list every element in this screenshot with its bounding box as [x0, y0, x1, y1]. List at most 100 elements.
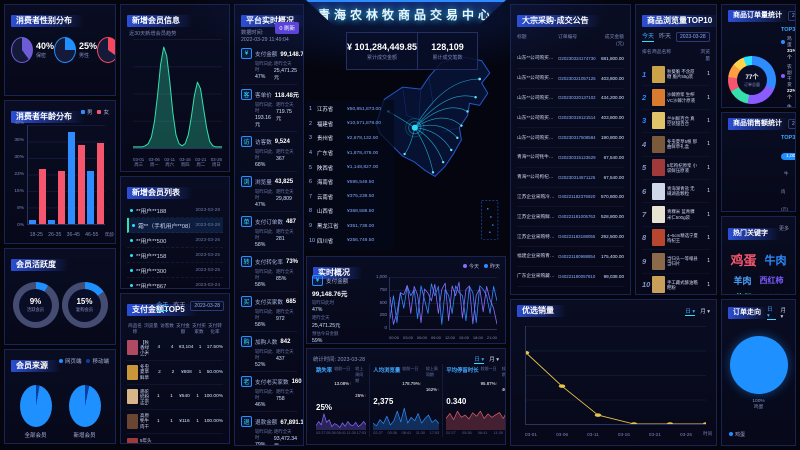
period-toggle[interactable]: 日 ▾	[474, 355, 484, 364]
date-chip[interactable]: 2023-03-28	[676, 32, 710, 42]
tab[interactable]: 昨天	[173, 300, 185, 311]
delta-week: 较上周同期25%↑	[355, 366, 366, 402]
sub-value: 46%	[255, 402, 276, 408]
table-row[interactable]: 广东企业采购藏红花成交公告(广东企业采购… O40221180057810 99…	[517, 267, 624, 287]
order-donut-chart: 77个 订单总量	[728, 56, 776, 104]
date-chip[interactable]: 2023-03	[788, 119, 796, 129]
visitors-cell: 4	[166, 345, 179, 350]
keyword[interactable]: 西红柿	[760, 275, 784, 286]
tab[interactable]: 昨天	[659, 31, 671, 42]
activity-label: 复购会员	[76, 307, 93, 313]
stat-value: 9,524	[275, 139, 290, 145]
table-row[interactable]: 4 冬虫夏草5根 那曲鲜草礼盒 1	[642, 133, 710, 156]
axis-tick: 15:00	[459, 335, 469, 340]
tab[interactable]: 今天	[642, 31, 654, 42]
column-header: 订单编号	[558, 33, 598, 47]
deal-amount: 292,500.00	[598, 234, 624, 239]
table-row[interactable]: 福建企业采购青稞米成交公告(福建企业采购… O40221180988854 17…	[517, 247, 624, 267]
axis-tick: 03-11周六	[164, 157, 175, 168]
table-row[interactable]: 山东**公司购买青稞的集采公告(与山东**公… O20230317508584 …	[517, 128, 624, 148]
keyword[interactable]: 牦牛肉	[760, 293, 781, 296]
table-row[interactable]: 高原牦牛肉干手撕 风干牦牛肉 1 1 ¥116 1 100.00%	[127, 410, 223, 435]
table-row[interactable]: 【秋香绿小米辣】盒片装 盒装 4 4 ¥3,104 1 17.50%	[127, 336, 223, 361]
table-row[interactable]: 江苏企业采购特级枸杞成交公告(江苏企业采… O40221183188055 29…	[517, 227, 624, 247]
platform-stat-item: 访 访客数 9,524 较昨日此时68% 距昨全天367	[241, 132, 297, 172]
sales-value: 1,008	[781, 153, 796, 160]
axis-tick: 02:27	[446, 431, 456, 435]
legend-item[interactable]: 今天	[463, 263, 479, 270]
views-cell: 1	[152, 419, 165, 424]
period-toggle[interactable]: 月 ▾	[489, 355, 499, 363]
list-item[interactable]: **用户**300 2023-03-25	[127, 263, 223, 278]
list-item[interactable]: **用户**158 2023-03-25	[127, 248, 223, 263]
card-value: 0.340	[446, 397, 506, 406]
sub-value: 25,471.25元	[312, 322, 368, 329]
table-row[interactable]: 2 沙棘原浆 生榨VC沙棘汁原液 1	[642, 86, 710, 109]
axis-tick: 0	[369, 325, 387, 330]
product-thumbnail	[127, 438, 138, 444]
more-link[interactable]: 更多	[779, 225, 789, 232]
table-row[interactable]: 江苏企业采购鲜牛肉成交公告(江苏企业采购… O40221181005763 52…	[517, 207, 624, 227]
table-row[interactable]: 9 当归头一等岷县当归片 1	[642, 250, 710, 273]
spark-x-axis: 02:2705:3608:4111:3017:53	[446, 431, 506, 435]
table-row[interactable]: 青海**公司牦牛肉集采成交公告(与青**公司… O20230315123529 …	[517, 148, 624, 168]
deal-amount: 403,800.00	[598, 76, 624, 81]
date-chip[interactable]: 2023-03-28	[190, 301, 224, 311]
table-row[interactable]: 7 青稞米 蓝青稞米仁500g袋 1	[642, 203, 710, 226]
table-row[interactable]: 6 青海湖青盐 无碘湖盐颗粒 1	[642, 180, 710, 203]
table-row[interactable]: 冬虫夏草鲜草特级 那曲高原鲜虫草 2 2 ¥808 1 50.00%	[127, 361, 223, 386]
list-item[interactable]: 霜**（手机用户**08） 2023-03-28	[127, 218, 223, 233]
panel-title: 会员活跃度	[11, 259, 68, 271]
period-toggle[interactable]: 月 ▾	[781, 306, 790, 320]
period-toggle[interactable]: 月 ▾	[700, 307, 710, 315]
purchase-table: 山东**公司购买玉米的集采公告(与山东**公… O20230324174730 …	[517, 49, 624, 287]
legend-item: 鸡蛋 31%24个	[781, 36, 789, 61]
column-header: 浏览量	[143, 323, 159, 335]
age-y-axis: 45%38%30%23%15%8%0%	[6, 121, 24, 228]
bullet-icon	[130, 284, 133, 287]
rank-number: 6	[642, 187, 652, 196]
list-item[interactable]: **用户**500 2023-03-26	[127, 233, 223, 248]
keyword[interactable]: 羊肉	[733, 274, 751, 287]
table-row[interactable]: 8 4~5cm精选宁夏枸杞王 1	[642, 227, 710, 250]
legend-item: 鸡蛋	[729, 431, 745, 438]
table-row[interactable]: 山东**公司购买玉米的集采公告(与山东**公… O20230324174730 …	[517, 49, 624, 69]
tab[interactable]: 今天	[156, 300, 168, 311]
legend-swatch	[97, 110, 101, 114]
table-row[interactable]: 5年头茬枸杞原浆 干枸杞中宁枸杞 4 4 ¥376 1 25.00%	[127, 434, 223, 444]
table-row[interactable]: 1 秋葵脆 不含蔗糖 脆片55g装 1	[642, 63, 710, 86]
period-toggle[interactable]: 日 ▾	[685, 307, 695, 316]
keyword[interactable]: 牛肉	[765, 252, 787, 268]
sub-value: 972	[276, 316, 297, 322]
keyword[interactable]: 枸杞	[736, 292, 752, 295]
panel-title: 订单走向	[728, 307, 767, 319]
table-row[interactable]: 山东**公司购买豆粕的集采公告(与山东**公… O20230321057125 …	[517, 69, 624, 89]
table-row[interactable]: 山东**公司购买菜籽油的集采公告(与山东**… O20230319121514 …	[517, 108, 624, 128]
refresh-button[interactable]: 0 刷新	[275, 22, 299, 34]
legend-item: 女	[97, 108, 109, 116]
order-number: O40221182376920	[558, 194, 598, 199]
list-item[interactable]: **用户**188 2023-03-28	[127, 203, 223, 218]
bullet-icon	[130, 209, 133, 212]
period-toggle[interactable]: 日 ▾	[767, 305, 776, 320]
table-header: 商品名称浏览量访客数支付金额支付买家数支付转化率	[127, 323, 223, 335]
axis-tick: 05:36	[462, 431, 472, 435]
keyword[interactable]: 鸡蛋	[730, 250, 756, 269]
pie-label: 100%鸡蛋	[728, 399, 789, 411]
daily-card: 人均浏览量 较前一日178.79%↑ 较上周同期162%↑ 2,375 02:2…	[369, 364, 442, 437]
table-row[interactable]: 3 兰州鲜百合 真空装甜百合 1	[642, 110, 710, 133]
sub-label: 较昨日此时	[312, 300, 368, 306]
table-row[interactable]: 5 5年枸杞原浆 小袋鲜压原液 1	[642, 157, 710, 180]
table-row[interactable]: 江苏企业采购冷鲜羊肉成交公告(江苏企业采… O40221182376920 57…	[517, 188, 624, 208]
origin-marker	[412, 125, 418, 131]
table-row[interactable]: 10 手工藏式酥油糌粑粉 1	[642, 274, 710, 295]
legend-item[interactable]: 昨天	[484, 263, 500, 270]
table-row[interactable]: 骆驼奶粉正宗驼乳 280g罐装 1 1 ¥540 1 100.00%	[127, 385, 223, 410]
list-item[interactable]: **用户**867 2023-03-24	[127, 278, 223, 289]
table-row[interactable]: 青海**公司枸杞原浆集采成交公告(与青**公… O20230314571125 …	[517, 168, 624, 188]
region-name: 山西省	[317, 207, 347, 215]
table-row[interactable]: 山东**公司购买小麦的集采公告(与山东**公… O20230320137102 …	[517, 89, 624, 109]
date-chip[interactable]: 2023-03	[788, 11, 796, 21]
order-number: O40221183188055	[558, 234, 598, 239]
sub-label: 较昨日此时	[255, 229, 276, 241]
